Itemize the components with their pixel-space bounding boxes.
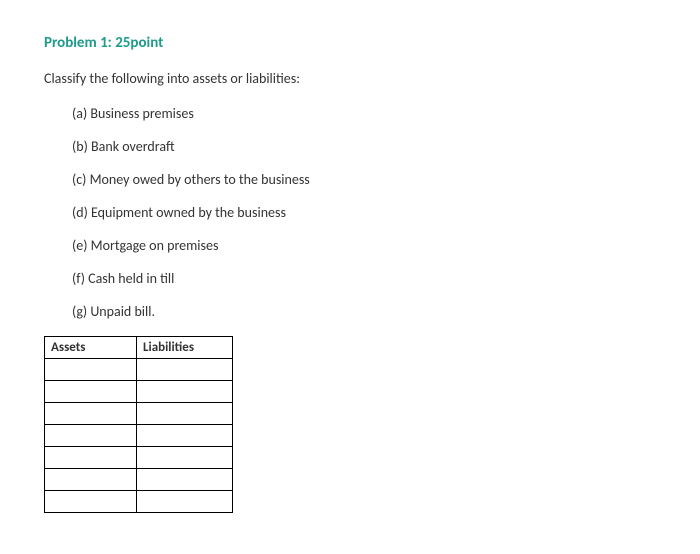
problem-title: Problem 1: 25point	[44, 34, 656, 52]
list-item: (c) Money owed by others to the business	[72, 171, 656, 188]
list-item: (e) Mortgage on premises	[72, 237, 656, 254]
list-item: (g) Unpaid bill.	[72, 303, 656, 320]
cell-liabilities	[137, 403, 233, 425]
list-item: (d) Equipment owned by the business	[72, 204, 656, 221]
list-item: (b) Bank overdraft	[72, 138, 656, 155]
table-row	[45, 403, 233, 425]
cell-assets	[45, 469, 137, 491]
cell-assets	[45, 447, 137, 469]
list-item: (f) Cash held in till	[72, 270, 656, 287]
header-assets: Assets	[45, 337, 137, 359]
table-header-row: Assets Liabilities	[45, 337, 233, 359]
cell-assets	[45, 359, 137, 381]
cell-liabilities	[137, 447, 233, 469]
cell-liabilities	[137, 469, 233, 491]
cell-liabilities	[137, 381, 233, 403]
header-liabilities: Liabilities	[137, 337, 233, 359]
item-list: (a) Business premises (b) Bank overdraft…	[44, 105, 656, 320]
cell-assets	[45, 403, 137, 425]
table-row	[45, 469, 233, 491]
cell-assets	[45, 425, 137, 447]
cell-liabilities	[137, 359, 233, 381]
table-row	[45, 425, 233, 447]
classification-table: Assets Liabilities	[44, 336, 233, 513]
cell-liabilities	[137, 491, 233, 513]
cell-liabilities	[137, 425, 233, 447]
instruction-text: Classify the following into assets or li…	[44, 70, 656, 87]
cell-assets	[45, 491, 137, 513]
table-row	[45, 491, 233, 513]
table-row	[45, 359, 233, 381]
table-row	[45, 447, 233, 469]
table-row	[45, 381, 233, 403]
cell-assets	[45, 381, 137, 403]
list-item: (a) Business premises	[72, 105, 656, 122]
